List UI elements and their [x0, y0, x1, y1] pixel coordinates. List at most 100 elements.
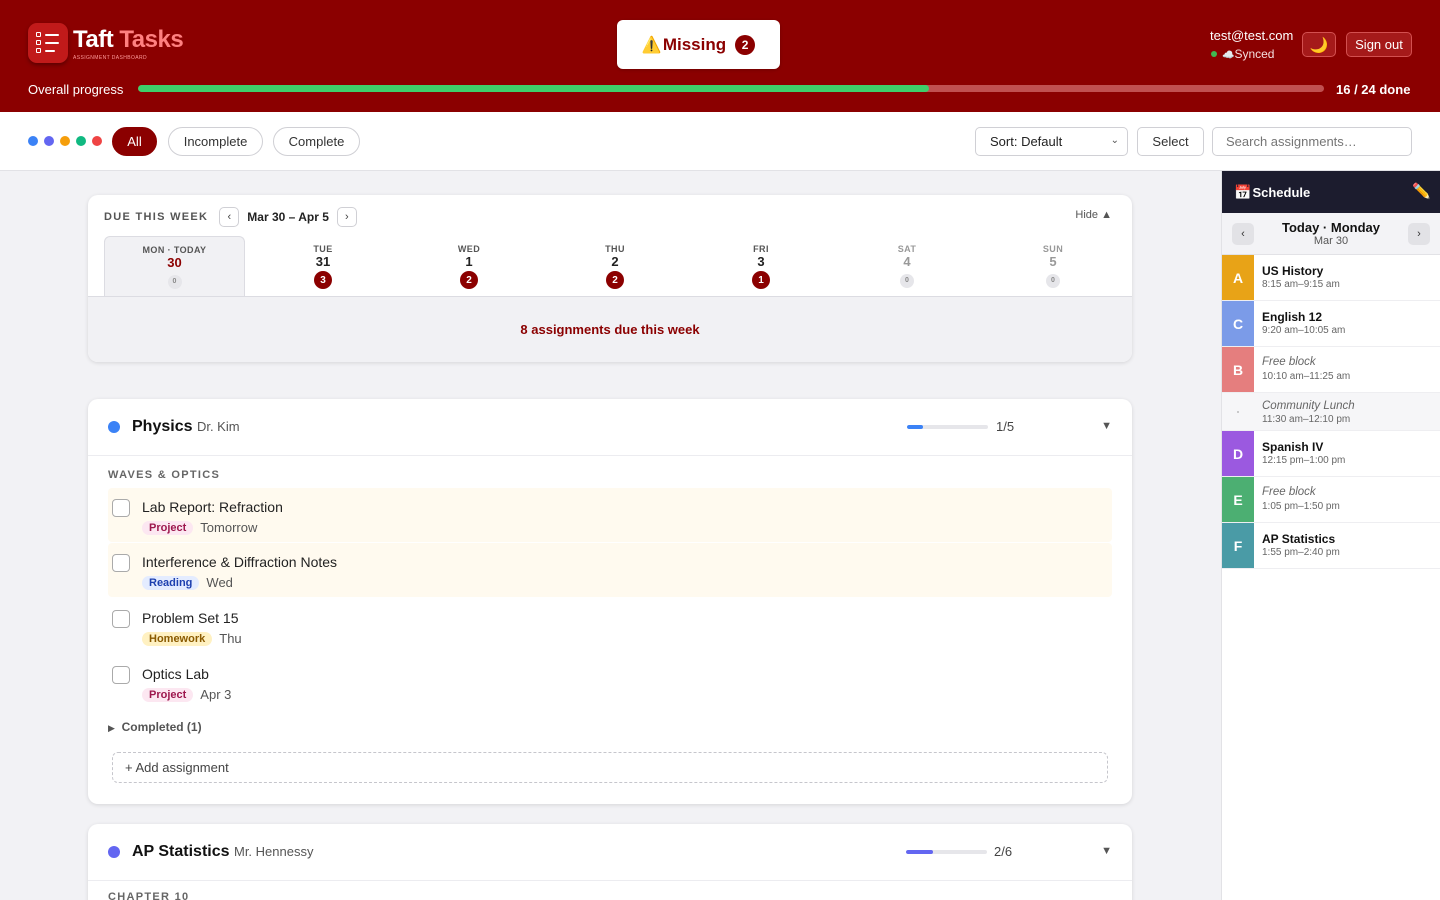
progress-done-text: 16 / 24 done	[1336, 82, 1411, 97]
period-time: 8:15 am–9:15 am	[1262, 279, 1340, 290]
schedule-period[interactable]: D Spanish IV 12:15 pm–1:00 pm	[1222, 431, 1440, 477]
missing-button[interactable]: ⚠️ Missing 2	[617, 20, 780, 69]
schedule-periods: A US History 8:15 am–9:15 am C English 12 9:2…	[1222, 255, 1440, 569]
class-title: AP Statistics Mr. Hennessy	[132, 843, 314, 860]
schedule-next-button[interactable]: ›	[1408, 223, 1430, 245]
week-day[interactable]: SUN 5 0	[980, 236, 1126, 296]
color-filter-dot[interactable]	[76, 136, 86, 146]
theme-toggle-button[interactable]: 🌙	[1302, 32, 1336, 57]
period-time: 12:15 pm–1:00 pm	[1262, 455, 1346, 466]
period-name: Free block	[1262, 356, 1316, 368]
warning-icon: ⚠️	[641, 36, 662, 54]
missing-label: Missing	[662, 34, 727, 54]
unit-heading: WAVES & OPTICS	[108, 469, 221, 481]
missing-count-badge: 2	[735, 34, 756, 55]
assignment-due: Wed	[206, 575, 233, 590]
class-progress-fill	[906, 850, 933, 854]
day-count-badge: 0	[900, 273, 914, 288]
assignment-type-tag: Reading	[142, 575, 200, 590]
assignment-checkbox[interactable]	[112, 610, 130, 628]
period-name: US History	[1262, 264, 1324, 278]
assignment-due: Thu	[219, 631, 242, 646]
assignment-type-tag: Project	[142, 687, 194, 702]
assignment-row[interactable]: Interference & Diffraction Notes Reading W…	[108, 543, 1112, 597]
overall-progress-bar	[138, 85, 1324, 92]
assignment-row[interactable]: Problem Set 15 Homework Thu	[108, 599, 1112, 653]
assignment-due: Apr 3	[200, 687, 232, 702]
due-this-week-card: DUE THIS WEEK ‹ Mar 30 – Apr 5 › Hide ▲ …	[88, 195, 1132, 362]
class-color-dot	[108, 421, 120, 433]
class-progress-bar	[907, 425, 988, 429]
filter-incomplete[interactable]: Incomplete	[168, 127, 263, 156]
app-logo[interactable]: Taft Tasks ASSIGNMENT DASHBOARD	[28, 23, 184, 63]
filter-complete[interactable]: Complete	[273, 127, 360, 156]
period-name: Spanish IV	[1262, 440, 1324, 454]
week-day[interactable]: WED 1 2	[396, 236, 542, 296]
day-number: 5	[1049, 254, 1057, 269]
period-letter: B	[1222, 347, 1254, 392]
completed-toggle[interactable]: ▶ Completed (1)	[108, 720, 202, 734]
sync-status: ☁️Synced	[1211, 47, 1274, 61]
week-next-button[interactable]: ›	[336, 207, 357, 227]
color-filter-dot[interactable]	[60, 136, 70, 146]
color-filter-dot[interactable]	[44, 136, 54, 146]
schedule-period[interactable]: A US History 8:15 am–9:15 am	[1222, 255, 1440, 301]
day-count-badge: 2	[460, 271, 478, 289]
assignment-checkbox[interactable]	[112, 554, 130, 572]
class-progress-fill	[907, 425, 924, 429]
collapse-toggle-icon[interactable]: ▼	[1101, 845, 1112, 857]
filter-bar: All Incomplete Complete Sort: Default ⌄ S…	[0, 112, 1440, 171]
schedule-period[interactable]: F AP Statistics 1:55 pm–2:40 pm	[1222, 523, 1440, 569]
class-teacher: Mr. Hennessy	[233, 844, 314, 859]
class-color-dot	[108, 846, 120, 858]
class-teacher: Dr. Kim	[196, 419, 240, 434]
day-name: MON · TODAY	[142, 245, 207, 255]
period-letter: F	[1222, 523, 1254, 568]
week-day[interactable]: TUE 31 3	[250, 236, 396, 296]
assignment-checkbox[interactable]	[112, 666, 130, 684]
assignment-row[interactable]: Lab Report: Refraction Project Tomorrow	[108, 488, 1112, 542]
color-filter-dot[interactable]	[92, 136, 102, 146]
assignment-title: Interference & Diffraction Notes	[142, 554, 338, 570]
schedule-period[interactable]: Community Lunch 11:30 am–12:10 pm	[1222, 393, 1440, 431]
assignment-row[interactable]: Optics Lab Project Apr 3	[108, 655, 1112, 709]
pencil-icon[interactable]: ✏️	[1412, 182, 1431, 200]
week-day[interactable]: THU 2 2	[542, 236, 688, 296]
class-header-ap-statistics[interactable]: AP Statistics Mr. Hennessy 2/6 ▼	[88, 824, 1132, 881]
period-time: 11:30 am–12:10 pm	[1262, 414, 1351, 425]
week-day[interactable]: SAT 4 0	[834, 236, 980, 296]
sort-select[interactable]: Sort: Default ⌄	[975, 127, 1128, 156]
search-input[interactable]	[1212, 127, 1412, 156]
day-number: 4	[903, 254, 911, 269]
day-name: SUN	[1042, 244, 1064, 254]
collapse-toggle-icon[interactable]: ▼	[1101, 420, 1112, 432]
add-assignment-button[interactable]: + Add assignment	[112, 752, 1108, 783]
period-letter: E	[1222, 477, 1254, 522]
filter-all[interactable]: All	[112, 127, 157, 156]
week-days: MON · TODAY 30 0 TUE 31 3 WED 1 2 THU 2 2 FRI 3 1 SAT 4 0…	[104, 236, 1132, 296]
select-button[interactable]: Select	[1137, 127, 1204, 156]
period-name: Free block	[1262, 486, 1316, 498]
week-prev-button[interactable]: ‹	[219, 207, 240, 227]
schedule-period[interactable]: E Free block 1:05 pm–1:50 pm	[1222, 477, 1440, 523]
hide-week-button[interactable]: Hide ▲	[1075, 209, 1112, 221]
class-card-ap-statistics: AP Statistics Mr. Hennessy 2/6 ▼ CHAPTER…	[88, 824, 1132, 900]
app-title: Taft Tasks	[73, 26, 184, 53]
assignment-checkbox[interactable]	[112, 499, 130, 517]
color-filter-dot[interactable]	[28, 136, 38, 146]
week-day[interactable]: MON · TODAY 30 0	[104, 236, 245, 296]
schedule-prev-button[interactable]: ‹	[1232, 223, 1254, 245]
assignment-type-tag: Project	[142, 520, 194, 535]
week-day[interactable]: FRI 3 1	[688, 236, 834, 296]
sign-out-button[interactable]: Sign out	[1346, 32, 1412, 57]
assignment-due: Tomorrow	[200, 520, 258, 535]
class-progress-bar	[906, 850, 987, 854]
schedule-period[interactable]: B Free block 10:10 am–11:25 am	[1222, 347, 1440, 393]
caret-right-icon: ▶	[108, 723, 115, 733]
period-name: English 12	[1262, 310, 1323, 324]
schedule-period[interactable]: C English 12 9:20 am–10:05 am	[1222, 301, 1440, 347]
day-number: 2	[611, 254, 619, 269]
day-count-badge: 0	[167, 274, 182, 289]
cloud-icon: ☁️	[1222, 50, 1235, 61]
class-header-physics[interactable]: Physics Dr. Kim 1/5 ▼	[88, 399, 1132, 456]
